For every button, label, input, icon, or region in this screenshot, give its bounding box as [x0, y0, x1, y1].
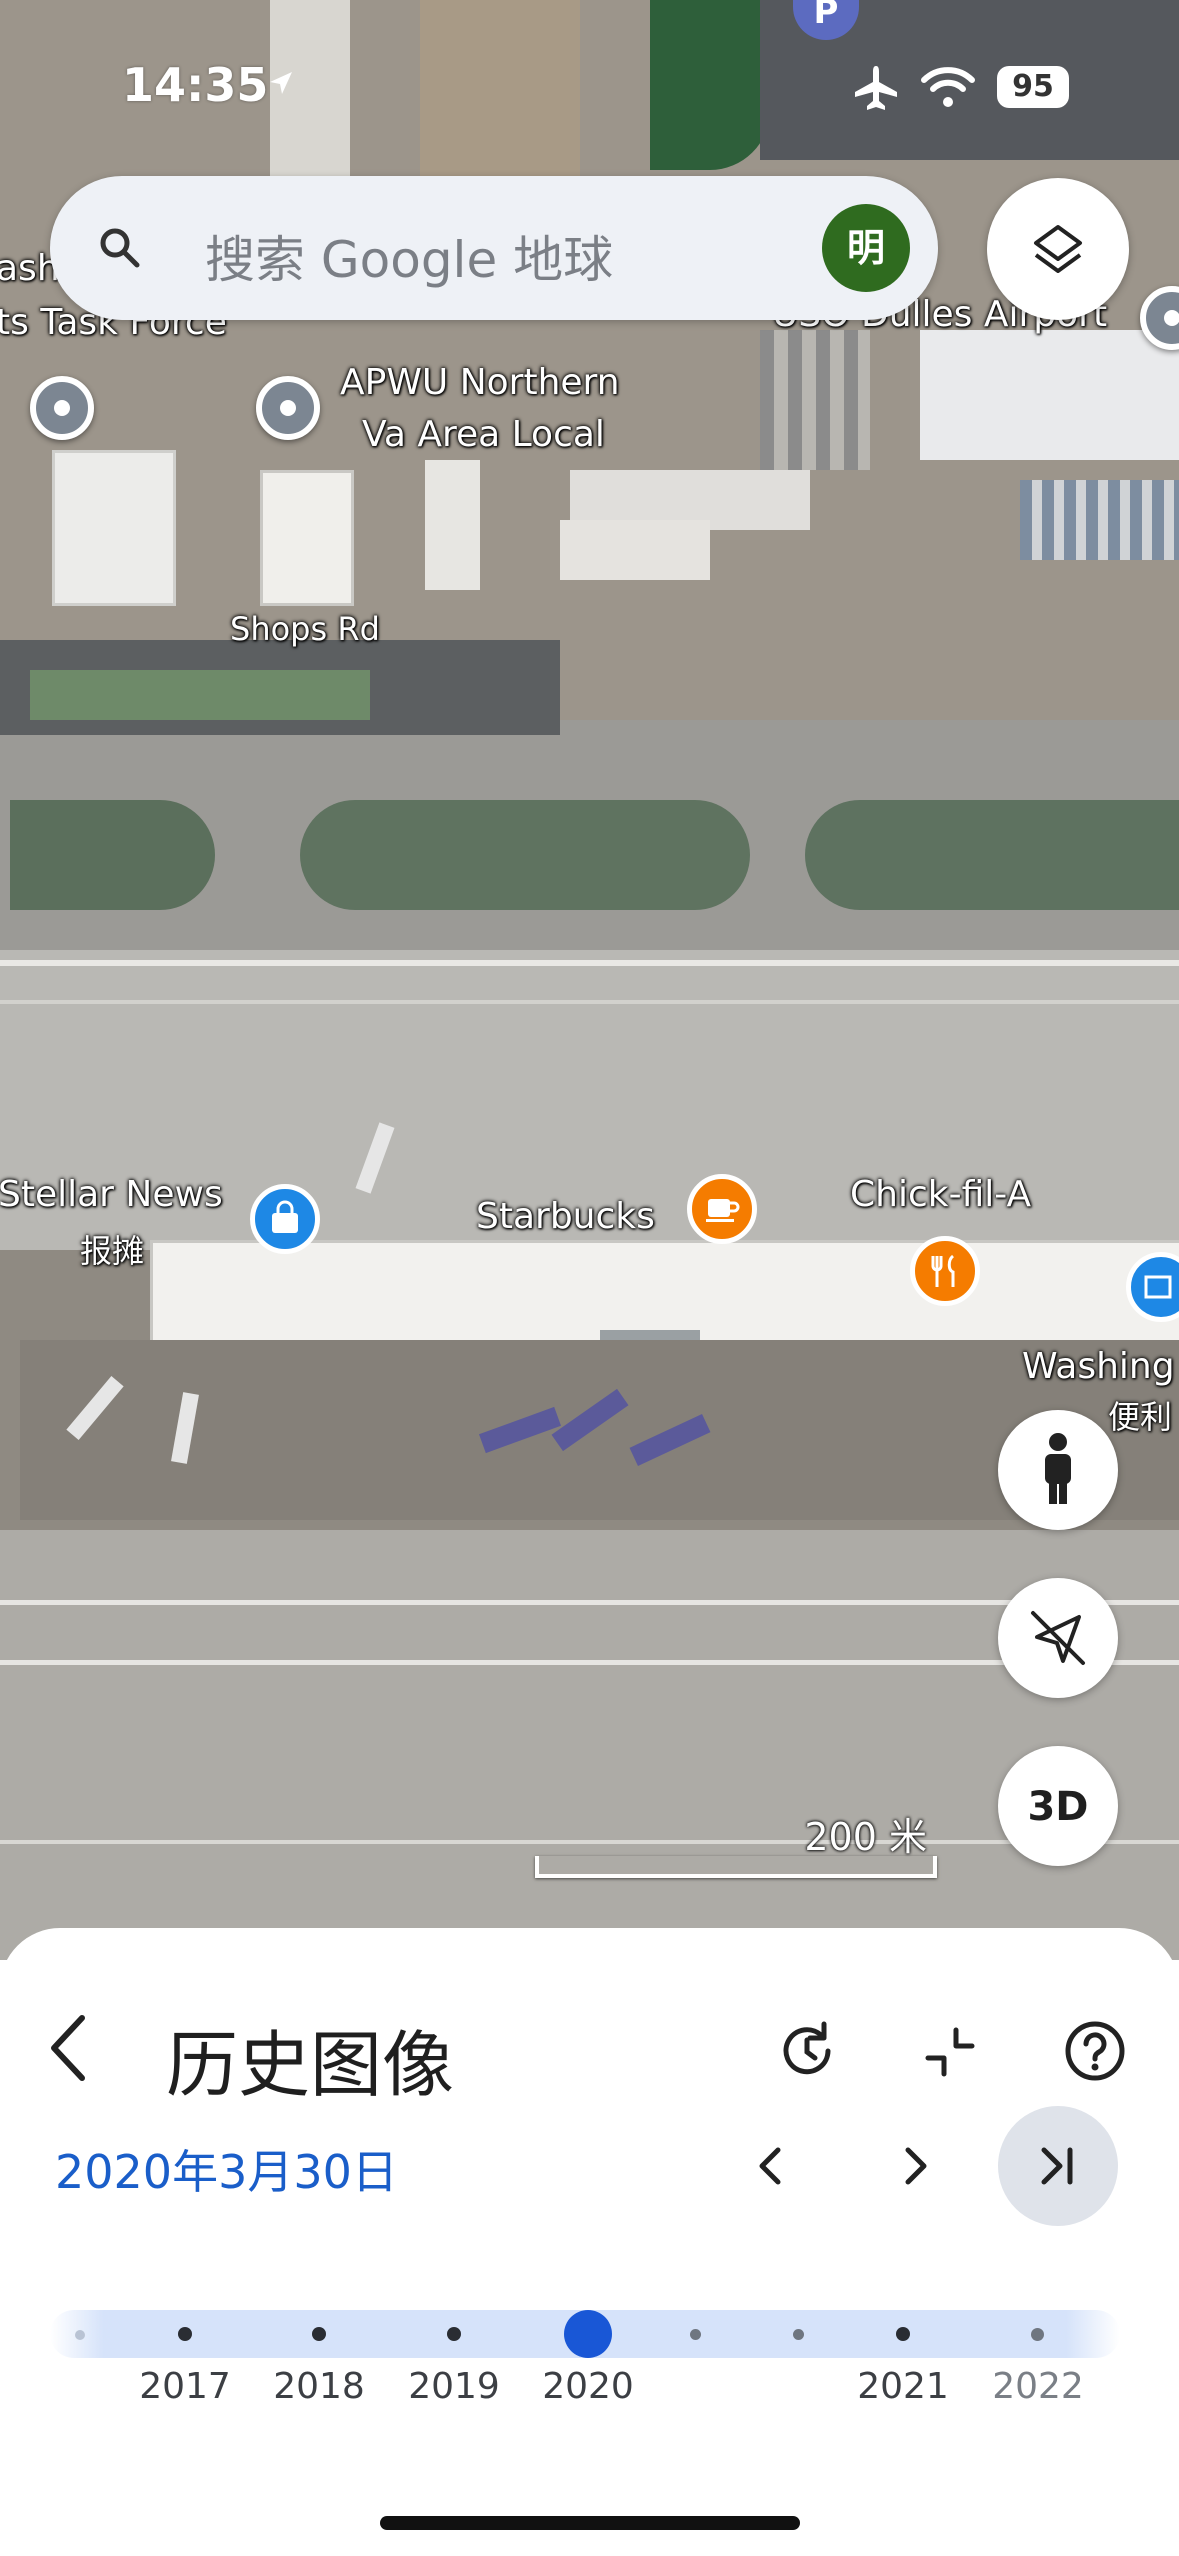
compass-button[interactable] [998, 1578, 1118, 1698]
avatar[interactable]: 明 [822, 204, 910, 292]
timeline-dot-2021[interactable] [896, 2327, 910, 2341]
timeline-dot[interactable] [690, 2329, 701, 2340]
timeline-dot-2018[interactable] [312, 2327, 326, 2341]
battery-indicator: 95 [997, 66, 1069, 108]
airplane-mode-icon [855, 66, 897, 110]
timeline-selected-dot[interactable] [564, 2310, 612, 2358]
shopping-bag-icon[interactable] [250, 1184, 320, 1254]
navigation-off-icon [1031, 1611, 1085, 1665]
search-bar[interactable]: 搜索 Google 地球 明 [50, 176, 938, 320]
street-view-button[interactable] [998, 1410, 1118, 1530]
help-icon[interactable] [1060, 2016, 1130, 2086]
status-bar: 14:35 95 [0, 0, 1179, 160]
timeline-dot-2017[interactable] [178, 2327, 192, 2341]
3d-label: 3D [1027, 1784, 1089, 1830]
place-pin-left[interactable] [30, 376, 94, 440]
timeline-dot[interactable] [75, 2330, 85, 2340]
wifi-icon [921, 67, 975, 107]
map-label-washing-sub: 便利 [1108, 1398, 1173, 1436]
map-label-starbucks: Starbucks [476, 1196, 655, 1237]
map-label-shops-rd: Shops Rd [230, 610, 380, 648]
year-label: 2022 [992, 2366, 1084, 2407]
sheet-title: 历史图像 [166, 2023, 455, 2107]
coffee-icon[interactable] [687, 1174, 757, 1244]
skip-to-latest-icon [1041, 2147, 1073, 2185]
map-label-stellar-sub: 报摊 [80, 1232, 145, 1270]
map-label-chickfila: Chick-fil-A [850, 1174, 1032, 1215]
timeline-dot[interactable] [793, 2329, 804, 2340]
imagery-date: 2020年3月30日 [55, 2145, 398, 2199]
home-indicator[interactable] [380, 2516, 800, 2530]
scale-bar: 200 米 [535, 1806, 937, 1878]
previous-image-icon[interactable] [742, 2136, 802, 2196]
3d-toggle-button[interactable]: 3D [998, 1746, 1118, 1866]
latest-image-button[interactable] [998, 2106, 1118, 2226]
restaurant-icon[interactable] [910, 1236, 980, 1306]
status-time: 14:35 [122, 58, 269, 112]
search-icon [100, 228, 140, 268]
back-icon[interactable] [40, 2008, 100, 2088]
history-icon[interactable] [772, 2016, 842, 2086]
next-image-icon[interactable] [884, 2136, 944, 2196]
collapse-icon[interactable] [920, 2022, 980, 2082]
map-label-apwu-2: Va Area Local [362, 414, 605, 455]
year-label: 2021 [857, 2366, 949, 2407]
year-label-selected: 2020 [542, 2366, 634, 2407]
map-label-washing: Washing [1022, 1346, 1175, 1387]
map-label-apwu-1: APWU Northern [340, 362, 620, 403]
store-icon[interactable] [1126, 1252, 1179, 1322]
year-label: 2017 [139, 2366, 231, 2407]
location-arrow-icon [270, 72, 292, 94]
search-input[interactable]: 搜索 Google 地球 [205, 220, 613, 292]
layers-button[interactable] [987, 178, 1129, 320]
pegman-icon [1045, 1433, 1071, 1504]
map-label-stellar: Stellar News [0, 1174, 223, 1215]
historical-imagery-sheet: 历史图像 2020年3月30日 2017 2018 2019 2020 2021 [0, 1928, 1179, 2556]
year-label: 2018 [273, 2366, 365, 2407]
timeline-dot-2019[interactable] [447, 2327, 461, 2341]
timeline-dot-2022[interactable] [1031, 2328, 1044, 2341]
layers-icon [1034, 225, 1082, 273]
place-pin-apwu[interactable] [256, 376, 320, 440]
year-label: 2019 [408, 2366, 500, 2407]
scale-label: 200 米 [804, 1815, 927, 1859]
